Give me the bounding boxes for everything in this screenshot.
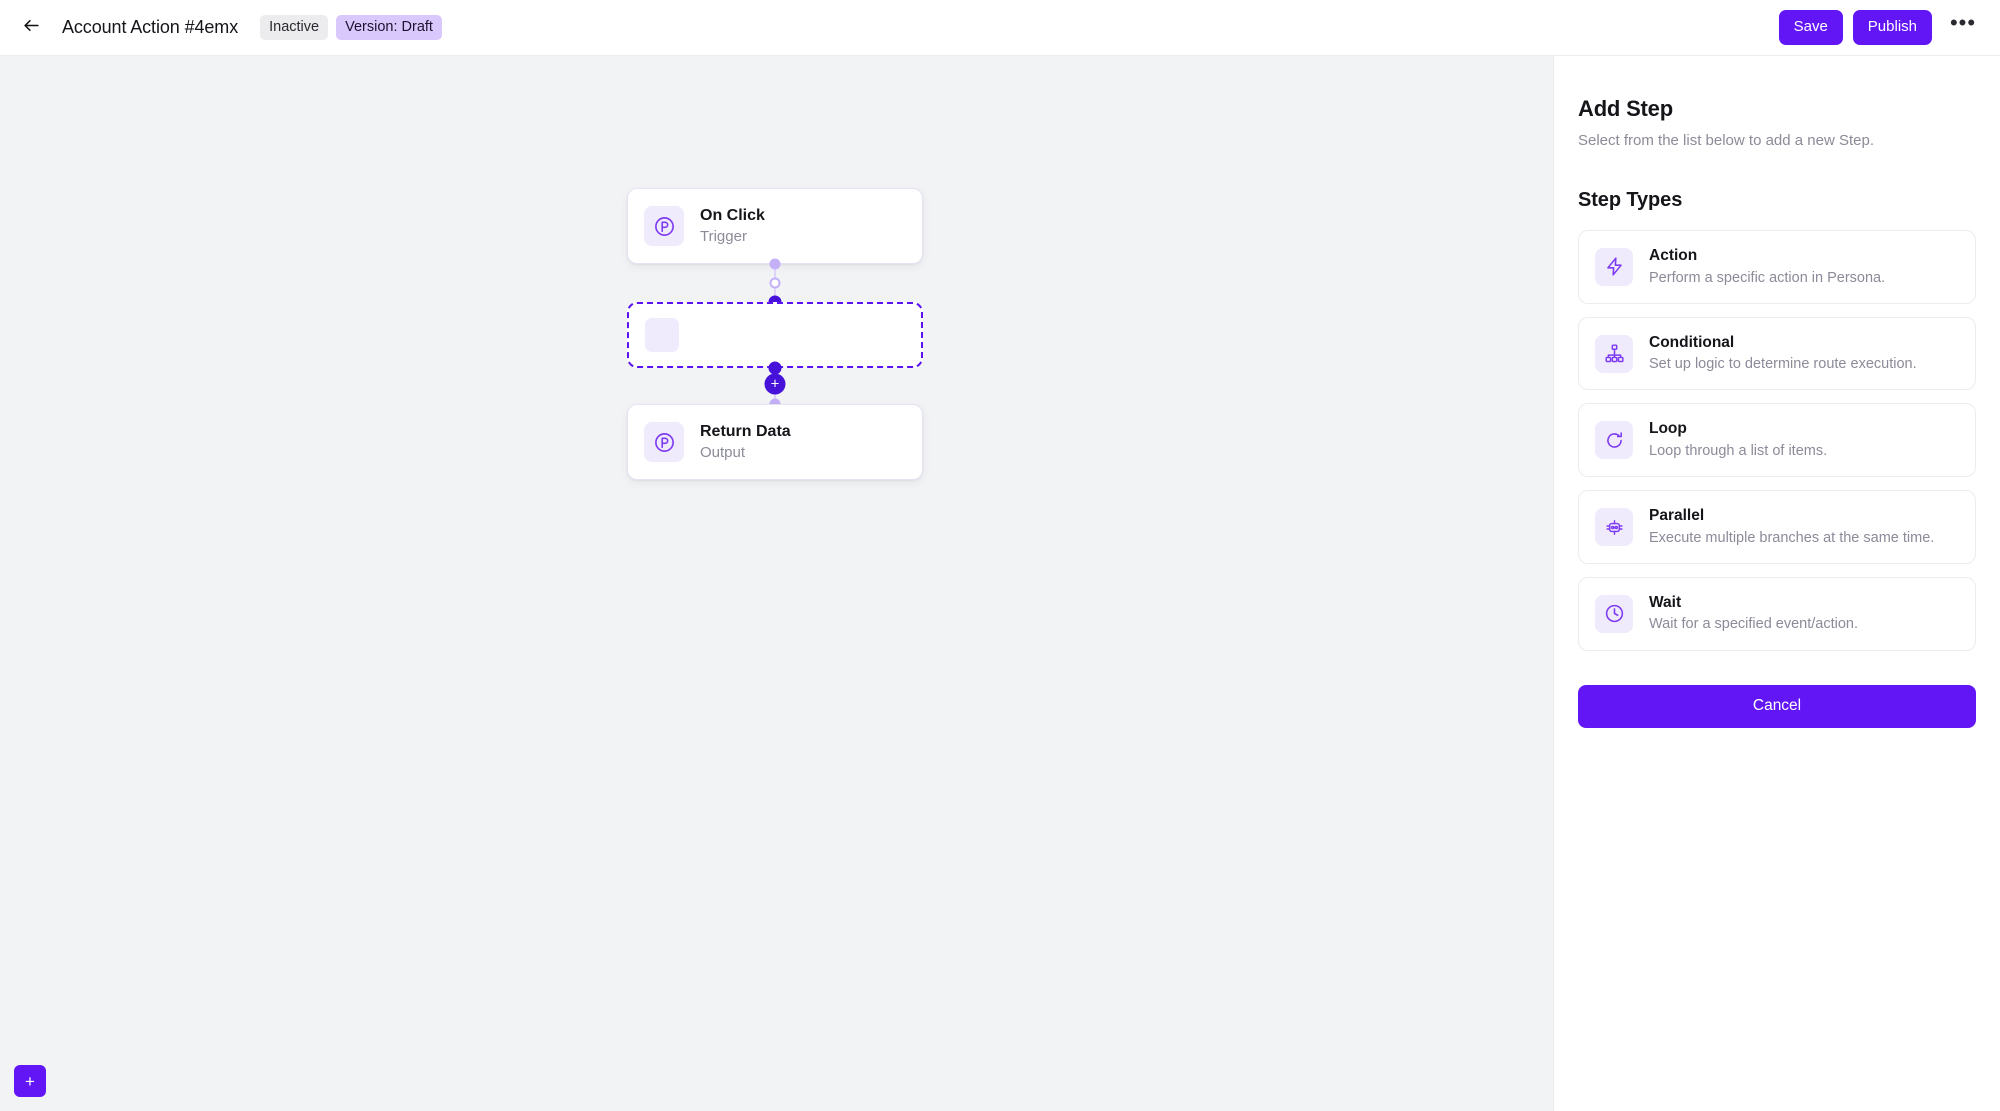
step-type-label: Loop bbox=[1649, 420, 1687, 438]
flow-connector-lower: + bbox=[627, 361, 923, 410]
persona-p-icon bbox=[644, 422, 684, 463]
step-type-description: Loop through a list of items. bbox=[1649, 443, 1828, 460]
step-type-loop[interactable]: Loop Loop through a list of items. bbox=[1578, 403, 1976, 478]
panel-title: Add Step bbox=[1578, 96, 1673, 121]
step-type-parallel[interactable]: Parallel Execute multiple branches at th… bbox=[1578, 490, 1976, 564]
save-button[interactable]: Save bbox=[1778, 9, 1843, 46]
add-step-panel: Add Step Select from the list below to a… bbox=[1553, 56, 2000, 1111]
step-type-description: Execute multiple branches at the same ti… bbox=[1649, 529, 1935, 546]
sitemap-icon bbox=[1595, 334, 1633, 373]
persona-p-icon bbox=[644, 206, 684, 247]
cancel-button[interactable]: Cancel bbox=[1578, 684, 1976, 728]
step-type-conditional[interactable]: Conditional Set up logic to determine ro… bbox=[1578, 316, 1976, 391]
topbar-actions: Save Publish ••• bbox=[1778, 9, 1980, 46]
status-badge-inactive: Inactive bbox=[260, 14, 329, 41]
step-type-label: Parallel bbox=[1649, 507, 1705, 525]
flow-canvas[interactable]: On Click Trigger + Return Data Output + bbox=[0, 56, 1553, 1111]
flow-node-return-data[interactable]: Return Data Output bbox=[627, 404, 923, 481]
step-type-text: Wait Wait for a specified event/action. bbox=[1649, 594, 1858, 634]
flow-node-subtitle: Output bbox=[700, 444, 746, 462]
status-badge-version: Version: Draft bbox=[336, 14, 442, 41]
connector-dot-midpoint[interactable] bbox=[769, 277, 781, 289]
step-type-action[interactable]: Action Perform a specific action in Pers… bbox=[1578, 230, 1976, 304]
flow-node-text: On Click Trigger bbox=[700, 206, 765, 246]
step-type-text: Action Perform a specific action in Pers… bbox=[1649, 247, 1885, 287]
step-type-wait[interactable]: Wait Wait for a specified event/action. bbox=[1578, 576, 1976, 651]
workflow-editor: Account Action #4emx Inactive Version: D… bbox=[0, 0, 2000, 1111]
arrow-left-icon bbox=[22, 16, 41, 40]
connector-dot-source bbox=[769, 258, 781, 270]
step-types-heading: Step Types bbox=[1578, 189, 1683, 211]
flow-node-on-click[interactable]: On Click Trigger bbox=[627, 188, 923, 265]
refresh-loop-icon bbox=[1595, 421, 1633, 460]
flow-node-placeholder[interactable] bbox=[627, 302, 923, 369]
step-type-label: Action bbox=[1649, 247, 1698, 264]
add-step-plus-button[interactable]: + bbox=[764, 373, 786, 395]
top-bar: Account Action #4emx Inactive Version: D… bbox=[0, 0, 2000, 56]
flow-node-subtitle: Trigger bbox=[700, 228, 747, 246]
step-types-list: Action Perform a specific action in Pers… bbox=[1578, 230, 1976, 651]
step-type-label: Conditional bbox=[1649, 333, 1735, 351]
status-badges: Inactive Version: Draft bbox=[260, 14, 442, 41]
connector-dot-source bbox=[768, 361, 782, 375]
step-type-label: Wait bbox=[1649, 593, 1682, 611]
panel-subtitle: Select from the list below to add a new … bbox=[1578, 132, 1874, 149]
canvas-add-button[interactable]: + bbox=[14, 1065, 46, 1097]
lightning-bolt-icon bbox=[1595, 247, 1633, 286]
step-type-description: Perform a specific action in Persona. bbox=[1649, 269, 1886, 286]
step-type-text: Conditional Set up logic to determine ro… bbox=[1649, 334, 1917, 374]
flow-graph: On Click Trigger + Return Data Output bbox=[627, 188, 923, 481]
publish-button[interactable]: Publish bbox=[1852, 9, 1932, 46]
ellipsis-icon[interactable]: ••• bbox=[1946, 10, 1980, 45]
flow-node-text: Return Data Output bbox=[700, 422, 791, 462]
step-type-text: Loop Loop through a list of items. bbox=[1649, 420, 1827, 460]
page-title: Account Action #4emx bbox=[62, 17, 239, 37]
step-type-text: Parallel Execute multiple branches at th… bbox=[1649, 507, 1934, 547]
flow-node-title: Return Data bbox=[700, 423, 791, 441]
empty-placeholder-icon bbox=[645, 318, 679, 353]
flow-node-title: On Click bbox=[700, 207, 765, 224]
flow-connector-upper bbox=[627, 258, 923, 309]
step-type-description: Set up logic to determine route executio… bbox=[1649, 356, 1917, 373]
parallel-branches-icon bbox=[1595, 508, 1633, 547]
step-type-description: Wait for a specified event/action. bbox=[1649, 616, 1859, 633]
back-button[interactable] bbox=[14, 11, 48, 45]
clock-icon bbox=[1595, 594, 1633, 633]
body: On Click Trigger + Return Data Output + … bbox=[0, 56, 2000, 1111]
